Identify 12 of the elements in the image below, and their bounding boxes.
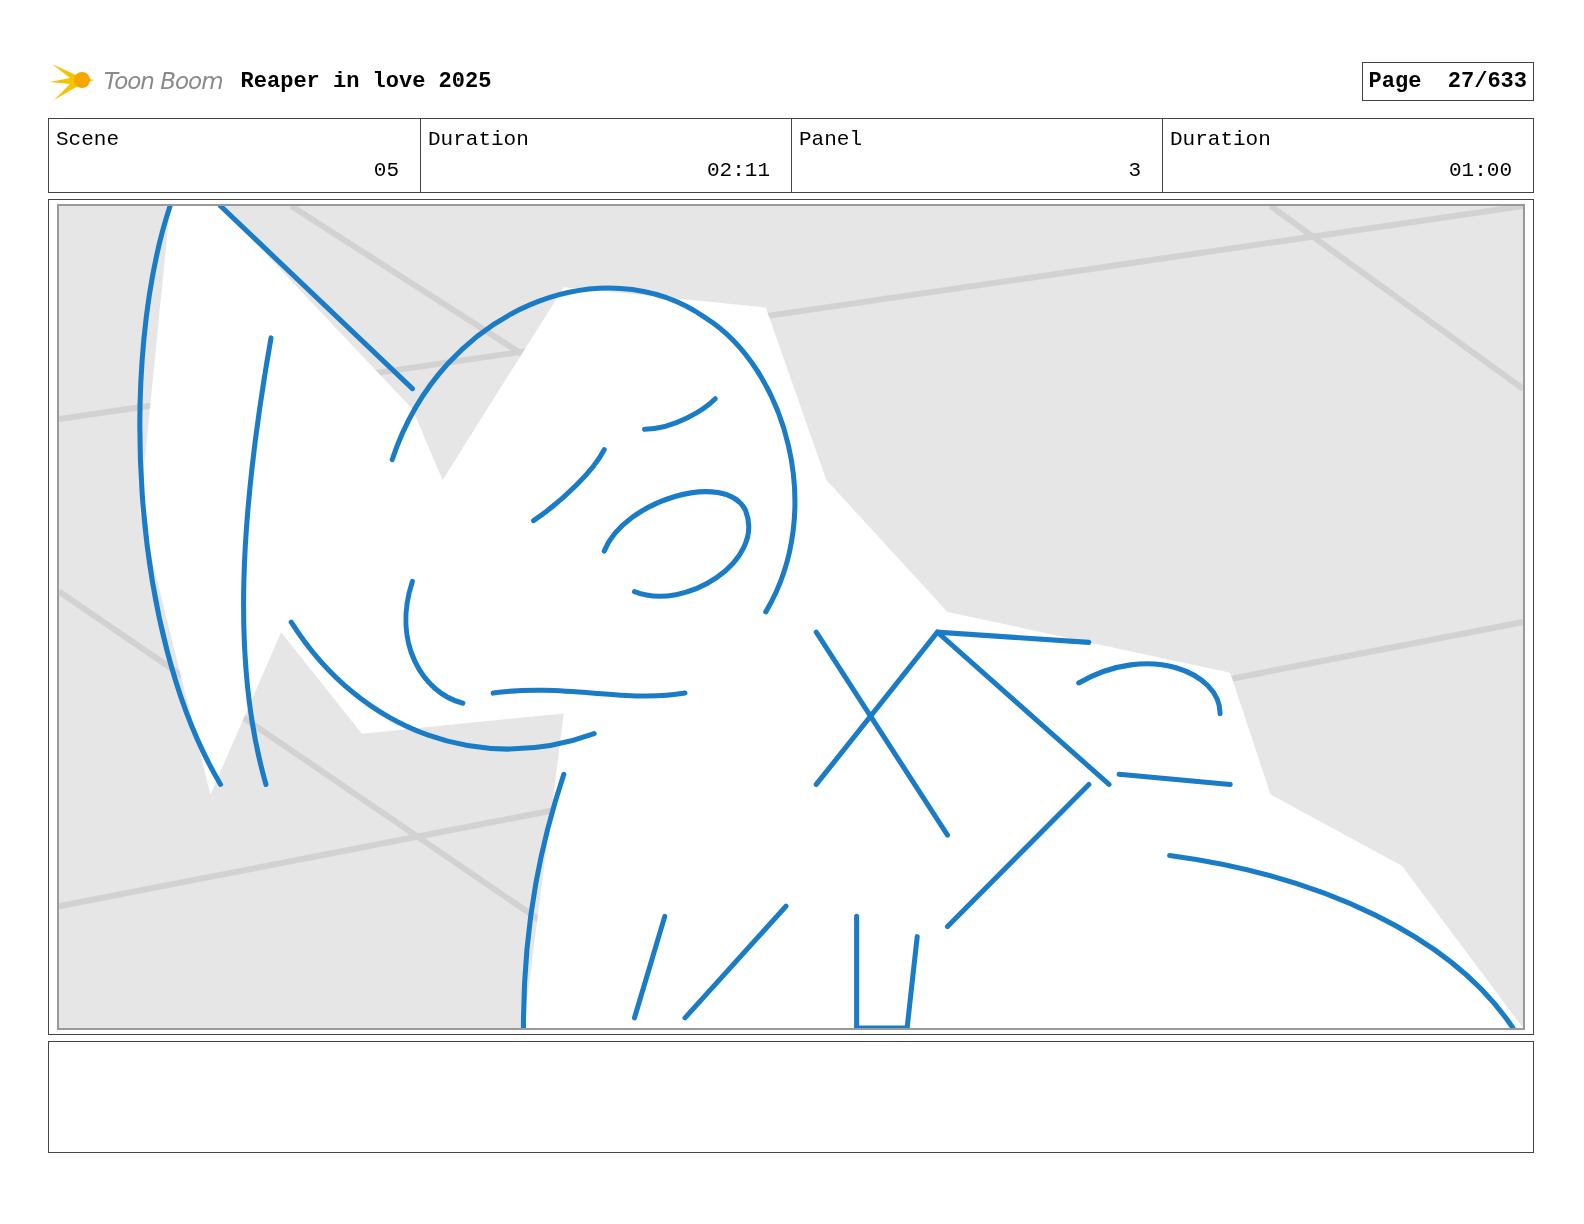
field-value: 01:00 [1449,159,1512,182]
storyboard-title: Reaper in love 2025 [240,68,492,94]
field-label: Panel [799,128,862,151]
field-label: Scene [56,128,119,151]
field-label: Duration [1170,128,1271,151]
page-number: 27/633 [1447,68,1527,94]
field-value: 05 [373,159,399,182]
field-label: Duration [428,128,529,151]
field-value: 3 [1128,159,1141,182]
logo-text: Toon Boom [104,68,223,94]
field-value: 02:11 [707,159,770,182]
page-label: Page [1368,68,1422,94]
